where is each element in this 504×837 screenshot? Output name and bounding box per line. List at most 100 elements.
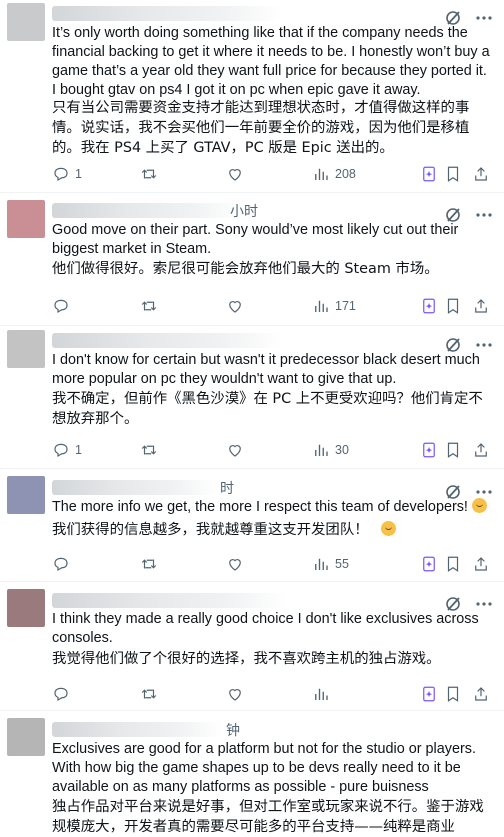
reply-button[interactable]: 1 xyxy=(52,164,82,184)
tweet-text-original: It’s only worth doing something like tha… xyxy=(52,25,490,98)
tweet-actions xyxy=(52,684,496,704)
retweet-button[interactable] xyxy=(140,440,158,460)
grok-sparkle-icon xyxy=(423,166,435,182)
reply-tweet[interactable]: It’s only worth doing something like tha… xyxy=(0,0,504,193)
reply-tweet[interactable]: I think they made a really good choice I… xyxy=(0,581,504,711)
saluting-face-icon xyxy=(471,498,487,513)
tweet-text-translation: 我们获得的信息越多，我就越尊重这支开发团队！ xyxy=(52,520,492,540)
heart-icon xyxy=(229,445,241,457)
tweet-text-original: I think they made a really good choice I… xyxy=(52,611,479,646)
reply-bubble-icon xyxy=(54,687,68,702)
like-button[interactable] xyxy=(226,684,244,704)
post-time: 时 xyxy=(220,481,234,497)
grok-explain-button[interactable] xyxy=(420,554,438,574)
views-button[interactable]: 171 xyxy=(312,296,356,316)
bookmark-button[interactable] xyxy=(444,684,462,704)
post-time: 小时 xyxy=(230,204,258,220)
avatar[interactable] xyxy=(7,3,45,41)
heart-icon xyxy=(229,689,241,701)
reply-count: 1 xyxy=(75,167,82,181)
like-button[interactable] xyxy=(226,440,244,460)
tweet-actions: 1 30 xyxy=(52,440,496,460)
bookmark-icon xyxy=(447,298,459,314)
reply-count: 1 xyxy=(75,443,82,457)
reply-bubble-icon xyxy=(54,167,68,182)
reply-button[interactable] xyxy=(52,296,70,316)
tweet-text-original: I don't know for certain but wasn't it p… xyxy=(52,352,480,387)
reply-bubble-icon xyxy=(54,443,68,458)
reply-button[interactable]: 1 xyxy=(52,440,82,460)
share-button[interactable] xyxy=(472,684,490,704)
tweet-actions: 55 xyxy=(52,554,496,574)
avatar[interactable] xyxy=(7,330,45,368)
grok-explain-button[interactable] xyxy=(420,440,438,460)
heart-icon xyxy=(229,559,241,571)
views-count: 208 xyxy=(335,167,356,181)
retweet-arrows-icon xyxy=(141,559,157,569)
grok-explain-button[interactable] xyxy=(420,164,438,184)
bookmark-button[interactable] xyxy=(444,164,462,184)
retweet-arrows-icon xyxy=(141,169,157,179)
retweet-button[interactable] xyxy=(140,684,158,704)
share-button[interactable] xyxy=(472,164,490,184)
reply-bubble-icon xyxy=(54,557,68,572)
blurred-username[interactable] xyxy=(52,333,282,348)
tweet-actions: 1 208 xyxy=(52,164,496,184)
bookmark-button[interactable] xyxy=(444,554,462,574)
avatar[interactable] xyxy=(7,718,45,756)
reply-tweet[interactable]: 钟 Exclusives are good for a platform but… xyxy=(0,710,504,835)
share-button[interactable] xyxy=(472,554,490,574)
retweet-button[interactable] xyxy=(140,296,158,316)
views-bar-chart-icon xyxy=(315,558,328,570)
grok-sparkle-icon xyxy=(423,556,435,572)
bookmark-button[interactable] xyxy=(444,440,462,460)
blurred-username[interactable] xyxy=(52,722,222,737)
share-button[interactable] xyxy=(472,440,490,460)
views-count: 55 xyxy=(335,557,349,571)
like-button[interactable] xyxy=(226,296,244,316)
bookmark-icon xyxy=(447,442,459,458)
avatar[interactable] xyxy=(7,200,45,238)
views-bar-chart-icon xyxy=(315,300,328,312)
like-button[interactable] xyxy=(226,554,244,574)
tweet-text-translation-content: 我们获得的信息越多，我就越尊重这支开发团队！ xyxy=(52,522,369,538)
retweet-arrows-icon xyxy=(141,445,157,455)
views-button[interactable]: 55 xyxy=(312,554,349,574)
reply-tweet[interactable]: 时 The more info we get, the more I respe… xyxy=(0,468,504,582)
reply-button[interactable] xyxy=(52,554,70,574)
views-bar-chart-icon xyxy=(315,444,328,456)
reply-button[interactable] xyxy=(52,684,70,704)
share-upload-icon xyxy=(475,443,487,457)
views-button[interactable] xyxy=(312,684,330,704)
blurred-username[interactable] xyxy=(52,6,282,21)
grok-sparkle-icon xyxy=(423,442,435,458)
tweet-text-translation: 只有当公司需要资金支持才能达到理想状态时，才值得做这样的事情。说实话，我不会买他… xyxy=(52,100,470,156)
grok-explain-button[interactable] xyxy=(420,296,438,316)
bookmark-button[interactable] xyxy=(444,296,462,316)
reply-tweet[interactable]: I don't know for certain but wasn't it p… xyxy=(0,325,504,469)
views-bar-chart-icon xyxy=(315,168,328,180)
retweet-arrows-icon xyxy=(141,689,157,699)
reply-tweet[interactable]: 小时 Good move on their part. Sony would’v… xyxy=(0,192,504,326)
share-button[interactable] xyxy=(472,296,490,316)
share-upload-icon xyxy=(475,167,487,181)
post-time: 钟 xyxy=(226,723,240,739)
avatar[interactable] xyxy=(7,589,45,627)
grok-explain-button[interactable] xyxy=(420,684,438,704)
retweet-button[interactable] xyxy=(140,164,158,184)
views-bar-chart-icon xyxy=(315,688,328,700)
views-button[interactable]: 30 xyxy=(312,440,349,460)
blurred-username[interactable] xyxy=(52,593,287,608)
like-button[interactable] xyxy=(226,164,244,184)
tweet-text-translation: 我不确定，但前作《黑色沙漠》在 PC 上不更受欢迎吗？他们肯定不想放弃那个。 xyxy=(52,391,483,427)
blurred-username[interactable] xyxy=(52,480,217,495)
tweet-text-translation: 我觉得他们做了个很好的选择，我不喜欢跨主机的独占游戏。 xyxy=(52,651,441,667)
avatar[interactable] xyxy=(7,476,45,514)
retweet-button[interactable] xyxy=(140,554,158,574)
views-button[interactable]: 208 xyxy=(312,164,356,184)
tweet-text-original: Exclusives are good for a platform but n… xyxy=(52,741,476,795)
bookmark-icon xyxy=(447,686,459,702)
tweet-text-translation: 他们做得很好。索尼很可能会放弃他们最大的 Steam 市场。 xyxy=(52,261,439,277)
blurred-username[interactable] xyxy=(52,203,242,218)
tweet-text-original: The more info we get, the more I respect… xyxy=(52,498,492,517)
